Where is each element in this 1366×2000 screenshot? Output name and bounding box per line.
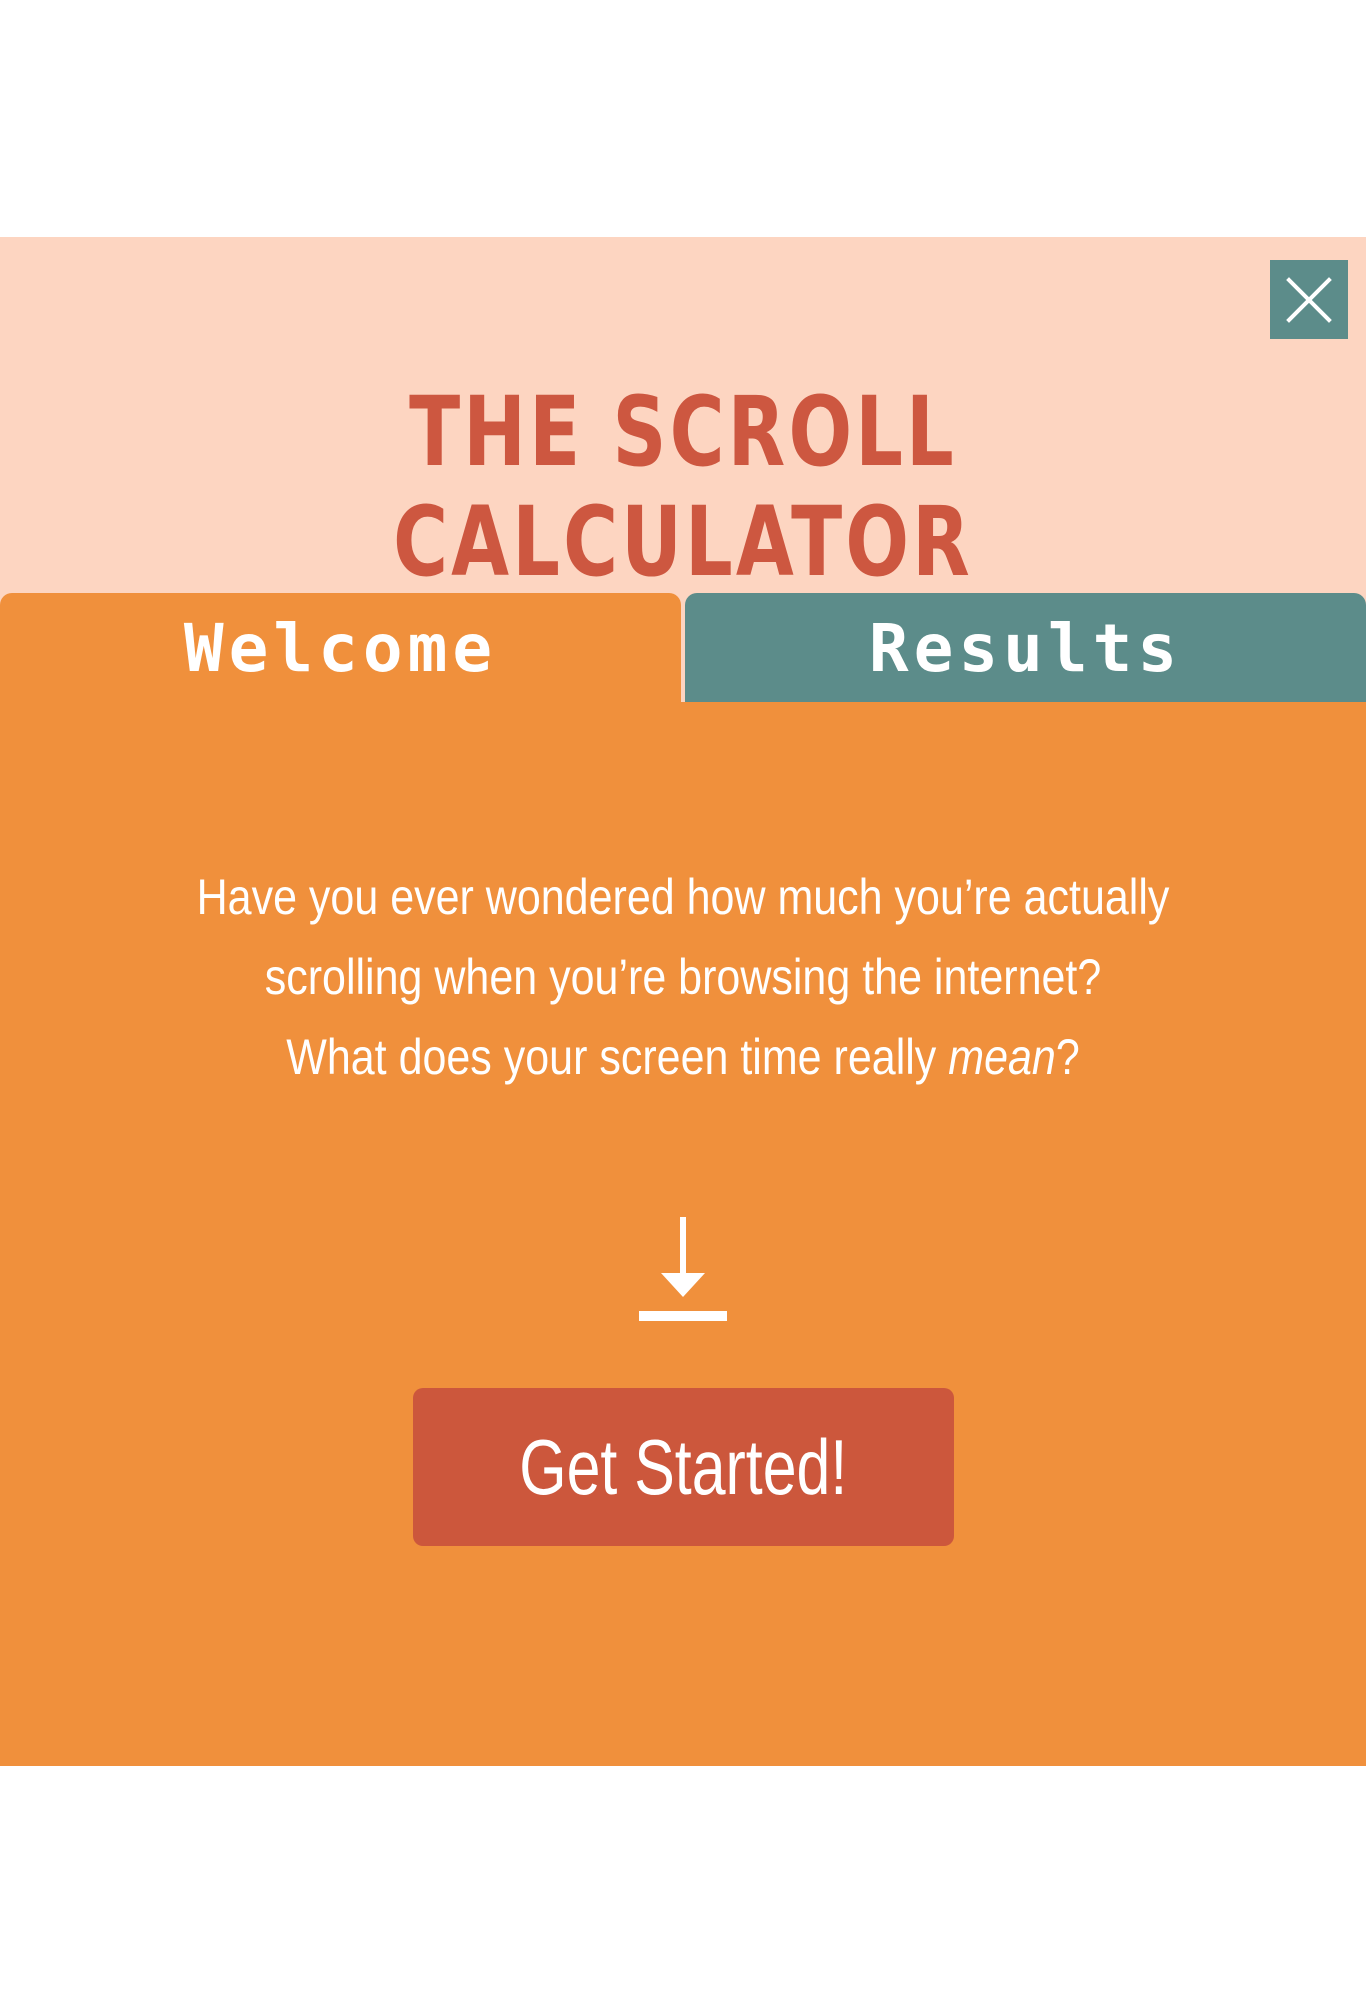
close-button[interactable]	[1270, 260, 1348, 339]
intro-emphasis: mean	[948, 1029, 1056, 1085]
tab-welcome[interactable]: Welcome	[0, 593, 681, 703]
tab-welcome-label: Welcome	[183, 609, 498, 687]
tab-results-label: Results	[868, 609, 1183, 687]
page-title: THE SCROLL CALCULATOR	[393, 376, 973, 598]
intro-line-3-prefix: What does your screen time really	[286, 1029, 949, 1085]
tab-results[interactable]: Results	[685, 593, 1366, 703]
close-icon	[1286, 276, 1332, 323]
intro-text: Have you ever wondered how much you’re a…	[147, 857, 1219, 1097]
scroll-calculator-modal: THE SCROLL CALCULATOR Welcome Results Ha…	[0, 237, 1366, 1766]
intro-line-2: scrolling when you’re browsing the inter…	[264, 949, 1102, 1005]
download-arrow-icon	[639, 1217, 727, 1321]
intro-line-3-suffix: ?	[1055, 1029, 1080, 1085]
welcome-panel: Have you ever wondered how much you’re a…	[0, 702, 1366, 1766]
get-started-label: Get Started!	[519, 1422, 848, 1511]
intro-line-1: Have you ever wondered how much you’re a…	[196, 869, 1170, 925]
intro-line-3: What does your screen time really mean?	[147, 1017, 1219, 1097]
get-started-button[interactable]: Get Started!	[413, 1388, 954, 1546]
